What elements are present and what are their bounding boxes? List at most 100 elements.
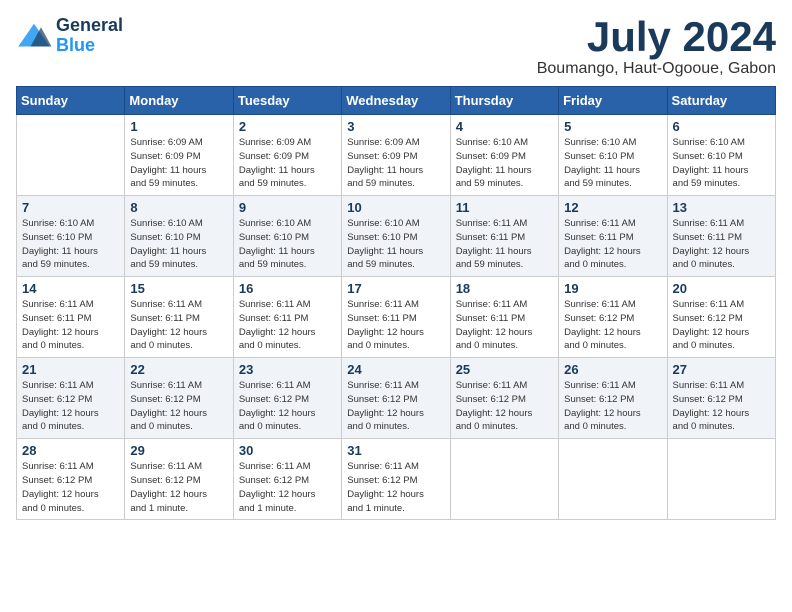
day-number: 10 — [347, 200, 444, 215]
calendar-cell: 15 Sunrise: 6:11 AM Sunset: 6:11 PM Dayli… — [125, 277, 233, 358]
day-info: Sunrise: 6:11 AM Sunset: 6:11 PM Dayligh… — [22, 298, 119, 353]
weekday-header-friday: Friday — [559, 87, 667, 115]
day-number: 4 — [456, 119, 553, 134]
day-info: Sunrise: 6:10 AM Sunset: 6:10 PM Dayligh… — [347, 217, 444, 272]
weekday-header-tuesday: Tuesday — [233, 87, 341, 115]
day-info: Sunrise: 6:10 AM Sunset: 6:10 PM Dayligh… — [22, 217, 119, 272]
day-number: 14 — [22, 281, 119, 296]
day-info: Sunrise: 6:11 AM Sunset: 6:11 PM Dayligh… — [239, 298, 336, 353]
calendar-cell: 20Sunrise: 6:11 AM Sunset: 6:12 PM Dayli… — [667, 277, 775, 358]
day-number: 30 — [239, 443, 336, 458]
day-number: 17 — [347, 281, 444, 296]
calendar-cell — [17, 115, 125, 196]
day-info: Sunrise: 6:11 AM Sunset: 6:12 PM Dayligh… — [673, 379, 770, 434]
calendar-week-row: 1Sunrise: 6:09 AM Sunset: 6:09 PM Daylig… — [17, 115, 776, 196]
calendar-cell: 6Sunrise: 6:10 AM Sunset: 6:10 PM Daylig… — [667, 115, 775, 196]
calendar-cell: 18 Sunrise: 6:11 AM Sunset: 6:11 PM Dayli… — [450, 277, 558, 358]
location-title: Boumango, Haut-Ogooue, Gabon — [537, 60, 776, 78]
month-title: July 2024 — [537, 16, 776, 58]
calendar-cell: 25 Sunrise: 6:11 AM Sunset: 6:12 PM Dayli… — [450, 358, 558, 439]
day-number: 9 — [239, 200, 336, 215]
day-number: 3 — [347, 119, 444, 134]
day-info: Sunrise: 6:11 AM Sunset: 6:11 PM Dayligh… — [673, 217, 770, 272]
calendar-cell: 19 Sunrise: 6:11 AM Sunset: 6:12 PM Dayli… — [559, 277, 667, 358]
day-info: Sunrise: 6:11 AM Sunset: 6:12 PM Dayligh… — [239, 379, 336, 434]
calendar-cell: 7 Sunrise: 6:10 AM Sunset: 6:10 PM Daylig… — [17, 196, 125, 277]
calendar-cell: 29 Sunrise: 6:11 AM Sunset: 6:12 PM Dayli… — [125, 439, 233, 520]
day-number: 26 — [564, 362, 661, 377]
title-area: July 2024 Boumango, Haut-Ogooue, Gabon — [537, 16, 776, 78]
calendar-cell: 17 Sunrise: 6:11 AM Sunset: 6:11 PM Dayli… — [342, 277, 450, 358]
day-number: 7 — [22, 200, 119, 215]
day-info: Sunrise: 6:11 AM Sunset: 6:12 PM Dayligh… — [456, 379, 553, 434]
day-number: 11 — [456, 200, 553, 215]
calendar-week-row: 21 Sunrise: 6:11 AM Sunset: 6:12 PM Dayli… — [17, 358, 776, 439]
day-info: Sunrise: 6:11 AM Sunset: 6:11 PM Dayligh… — [347, 298, 444, 353]
calendar-cell: 31Sunrise: 6:11 AM Sunset: 6:12 PM Dayli… — [342, 439, 450, 520]
calendar-cell: 14 Sunrise: 6:11 AM Sunset: 6:11 PM Dayli… — [17, 277, 125, 358]
calendar-cell: 30 Sunrise: 6:11 AM Sunset: 6:12 PM Dayli… — [233, 439, 341, 520]
day-info: Sunrise: 6:11 AM Sunset: 6:12 PM Dayligh… — [564, 298, 661, 353]
calendar-cell: 4Sunrise: 6:10 AM Sunset: 6:09 PM Daylig… — [450, 115, 558, 196]
day-info: Sunrise: 6:09 AM Sunset: 6:09 PM Dayligh… — [347, 136, 444, 191]
day-info: Sunrise: 6:11 AM Sunset: 6:11 PM Dayligh… — [456, 298, 553, 353]
calendar-week-row: 7 Sunrise: 6:10 AM Sunset: 6:10 PM Daylig… — [17, 196, 776, 277]
day-number: 29 — [130, 443, 227, 458]
calendar-cell: 2Sunrise: 6:09 AM Sunset: 6:09 PM Daylig… — [233, 115, 341, 196]
day-info: Sunrise: 6:11 AM Sunset: 6:12 PM Dayligh… — [130, 460, 227, 515]
day-info: Sunrise: 6:10 AM Sunset: 6:10 PM Dayligh… — [564, 136, 661, 191]
day-number: 13 — [673, 200, 770, 215]
day-number: 24 — [347, 362, 444, 377]
day-number: 27 — [673, 362, 770, 377]
calendar-table: SundayMondayTuesdayWednesdayThursdayFrid… — [16, 86, 776, 520]
calendar-cell — [559, 439, 667, 520]
calendar-cell: 1Sunrise: 6:09 AM Sunset: 6:09 PM Daylig… — [125, 115, 233, 196]
calendar-cell: 24Sunrise: 6:11 AM Sunset: 6:12 PM Dayli… — [342, 358, 450, 439]
day-info: Sunrise: 6:11 AM Sunset: 6:12 PM Dayligh… — [239, 460, 336, 515]
day-number: 21 — [22, 362, 119, 377]
logo-line2: Blue — [56, 35, 95, 55]
weekday-header-wednesday: Wednesday — [342, 87, 450, 115]
day-info: Sunrise: 6:11 AM Sunset: 6:12 PM Dayligh… — [130, 379, 227, 434]
weekday-header-sunday: Sunday — [17, 87, 125, 115]
calendar-cell: 21Sunrise: 6:11 AM Sunset: 6:12 PM Dayli… — [17, 358, 125, 439]
weekday-header-saturday: Saturday — [667, 87, 775, 115]
calendar-cell: 26 Sunrise: 6:11 AM Sunset: 6:12 PM Dayli… — [559, 358, 667, 439]
day-number: 12 — [564, 200, 661, 215]
day-info: Sunrise: 6:10 AM Sunset: 6:10 PM Dayligh… — [673, 136, 770, 191]
calendar-cell: 9Sunrise: 6:10 AM Sunset: 6:10 PM Daylig… — [233, 196, 341, 277]
calendar-cell: 12 Sunrise: 6:11 AM Sunset: 6:11 PM Dayli… — [559, 196, 667, 277]
day-number: 2 — [239, 119, 336, 134]
calendar-cell — [667, 439, 775, 520]
day-number: 5 — [564, 119, 661, 134]
day-number: 16 — [239, 281, 336, 296]
calendar-cell: 13 Sunrise: 6:11 AM Sunset: 6:11 PM Dayli… — [667, 196, 775, 277]
day-number: 25 — [456, 362, 553, 377]
day-info: Sunrise: 6:11 AM Sunset: 6:12 PM Dayligh… — [564, 379, 661, 434]
day-info: Sunrise: 6:11 AM Sunset: 6:11 PM Dayligh… — [564, 217, 661, 272]
day-number: 22 — [130, 362, 227, 377]
calendar-cell: 5 Sunrise: 6:10 AM Sunset: 6:10 PM Daylig… — [559, 115, 667, 196]
day-number: 15 — [130, 281, 227, 296]
calendar-cell: 8Sunrise: 6:10 AM Sunset: 6:10 PM Daylig… — [125, 196, 233, 277]
calendar-cell: 16 Sunrise: 6:11 AM Sunset: 6:11 PM Dayli… — [233, 277, 341, 358]
calendar-cell — [450, 439, 558, 520]
calendar-cell: 27 Sunrise: 6:11 AM Sunset: 6:12 PM Dayli… — [667, 358, 775, 439]
calendar-cell: 28Sunrise: 6:11 AM Sunset: 6:12 PM Dayli… — [17, 439, 125, 520]
calendar-cell: 22 Sunrise: 6:11 AM Sunset: 6:12 PM Dayli… — [125, 358, 233, 439]
day-info: Sunrise: 6:11 AM Sunset: 6:12 PM Dayligh… — [347, 460, 444, 515]
day-info: Sunrise: 6:11 AM Sunset: 6:11 PM Dayligh… — [130, 298, 227, 353]
day-number: 28 — [22, 443, 119, 458]
day-number: 23 — [239, 362, 336, 377]
calendar-cell: 3 Sunrise: 6:09 AM Sunset: 6:09 PM Daylig… — [342, 115, 450, 196]
calendar-cell: 11Sunrise: 6:11 AM Sunset: 6:11 PM Dayli… — [450, 196, 558, 277]
day-number: 20 — [673, 281, 770, 296]
calendar-cell: 23 Sunrise: 6:11 AM Sunset: 6:12 PM Dayli… — [233, 358, 341, 439]
logo: General Blue — [16, 16, 123, 56]
logo-text: General Blue — [56, 16, 123, 56]
day-info: Sunrise: 6:09 AM Sunset: 6:09 PM Dayligh… — [130, 136, 227, 191]
day-number: 18 — [456, 281, 553, 296]
weekday-header-row: SundayMondayTuesdayWednesdayThursdayFrid… — [17, 87, 776, 115]
day-number: 19 — [564, 281, 661, 296]
calendar-week-row: 14 Sunrise: 6:11 AM Sunset: 6:11 PM Dayli… — [17, 277, 776, 358]
